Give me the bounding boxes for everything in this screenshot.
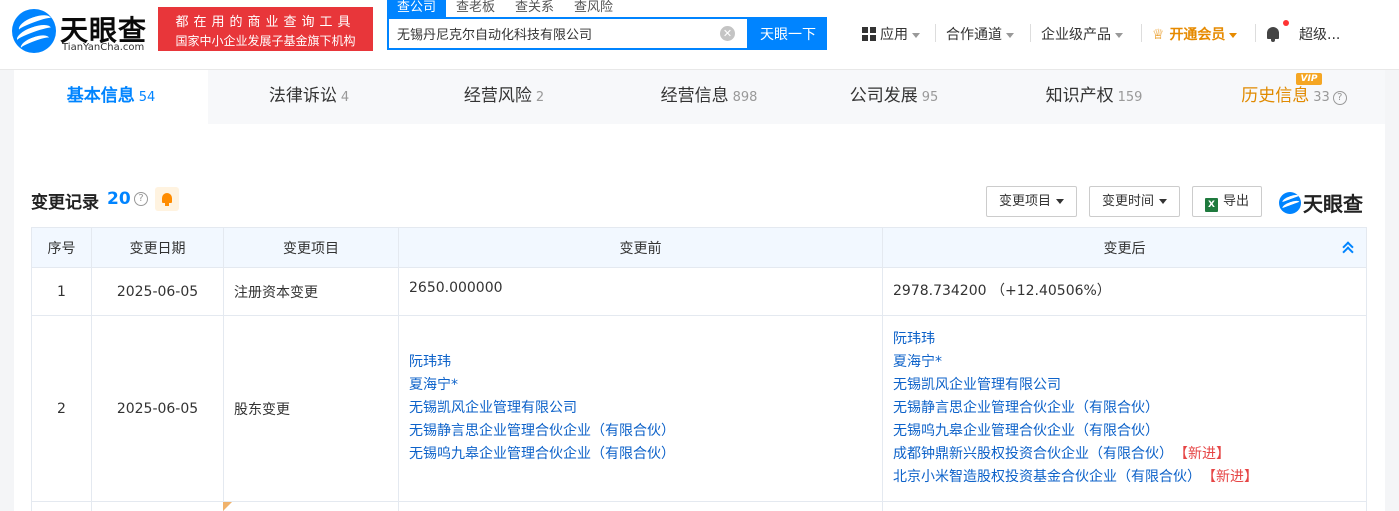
col-header-date: 变更日期: [91, 227, 224, 268]
help-icon[interactable]: ?: [134, 192, 148, 206]
col-header-item: 变更项目: [223, 227, 399, 268]
chevron-down-icon: [1056, 199, 1065, 204]
tab-legal[interactable]: 法律诉讼 4: [224, 70, 394, 124]
chevron-down-icon: [1006, 32, 1014, 38]
shareholder-link[interactable]: 阮玮玮: [409, 351, 872, 374]
shareholder-link[interactable]: 无锡凯风企业管理有限公司: [409, 397, 872, 420]
notification-bell-icon[interactable]: [1266, 20, 1289, 42]
cell-before: 阮玮玮 夏海宁* 无锡凯风企业管理有限公司 无锡静言思企业管理合伙企业（有限合伙…: [398, 315, 883, 502]
nav-divider: [1030, 24, 1031, 42]
table-header-row: 序号 变更日期 变更项目 变更前 变更后: [31, 227, 1367, 268]
shareholder-link[interactable]: 阮玮玮: [893, 328, 1356, 351]
logo-emblem-icon: [1279, 191, 1301, 214]
shareholder-link[interactable]: 无锡静言思企业管理合伙企业（有限合伙）: [409, 420, 872, 443]
col-header-after: 变更后: [882, 227, 1367, 268]
nav-divider: [935, 24, 936, 42]
cell-date: 2025-06-05: [91, 315, 224, 502]
cell-date: 2025-06-05: [91, 267, 224, 316]
promo-banner[interactable]: 都在用的商业查询工具 国家中小企业发展子基金旗下机构: [158, 7, 373, 51]
shareholder-link[interactable]: 成都钟鼎新兴股权投资合伙企业（有限合伙）: [893, 446, 1173, 462]
logo-emblem-icon: [12, 9, 56, 53]
nav-enterprise-label: 企业级产品: [1041, 27, 1111, 43]
nav-user[interactable]: 超级...: [1299, 24, 1340, 44]
col-header-before: 变更前: [398, 227, 883, 268]
tianyancha-logo[interactable]: 天眼查 TianYanCha.com: [12, 6, 152, 58]
nav-divider: [1141, 24, 1142, 42]
filter-change-item[interactable]: 变更项目: [986, 186, 1078, 217]
top-header: 天眼查 TianYanCha.com 都在用的商业查询工具 国家中小企业发展子基…: [0, 0, 1399, 70]
cell-index: 1: [31, 267, 92, 316]
section-count: 20: [107, 189, 131, 209]
search-tab-risk[interactable]: 查风险: [564, 0, 623, 17]
promo-line-2: 国家中小企业发展子基金旗下机构: [175, 34, 356, 48]
shareholder-link[interactable]: 夏海宁*: [893, 351, 1356, 374]
cell-after: 2978.734200 （+12.40506%）: [882, 267, 1367, 316]
shareholder-link[interactable]: 无锡呜九皋企业管理合伙企业（有限合伙）: [893, 420, 1356, 443]
vip-badge: VIP: [1296, 73, 1322, 85]
cell-before: 2650.000000: [398, 267, 883, 316]
cell-item: 注册资本变更: [223, 267, 399, 316]
chevron-down-icon: [1229, 32, 1238, 38]
nav-apps-label: 应用: [880, 27, 908, 43]
tab-company-development[interactable]: 公司发展 95: [804, 70, 984, 124]
tab-basic-info[interactable]: 基本信息 54: [14, 70, 208, 124]
chevron-down-icon: [1115, 32, 1123, 38]
help-icon[interactable]: ?: [1332, 91, 1347, 105]
search-tab-company[interactable]: 查公司: [387, 0, 447, 17]
logo-domain: TianYanCha.com: [62, 42, 145, 53]
export-button[interactable]: X 导出: [1192, 186, 1263, 217]
change-records-table: 序号 变更日期 变更项目 变更前 变更后 1 2025-06-05 注册资本变更…: [31, 227, 1367, 511]
nav-vip[interactable]: ♕ 开通会员: [1152, 24, 1238, 44]
col-header-index: 序号: [31, 227, 92, 268]
change-records-panel: 变更记录 20 ? 变更项目 变更时间 X 导出 天眼查 序号 变更日期 变更项目…: [14, 124, 1385, 511]
nav-divider: [1255, 24, 1256, 42]
search-input[interactable]: [389, 19, 709, 48]
cell-item: 股东变更: [223, 315, 399, 502]
grid-icon: [862, 27, 876, 41]
chevron-down-icon: [1159, 199, 1168, 204]
cell-index: 2: [31, 315, 92, 502]
nav-channel-label: 合作通道: [946, 27, 1002, 43]
shareholder-link[interactable]: 北京小米智造股权投资基金合伙企业（有限合伙）: [893, 469, 1201, 485]
search-box: ✕: [387, 17, 749, 50]
new-tag: 【新进】: [1181, 446, 1230, 462]
detail-tab-bar: 基本信息 54 法律诉讼 4 经营风险 2 经营信息 898 公司发展 95 知识产权 15…: [14, 70, 1385, 124]
notification-dot: [1283, 20, 1289, 26]
cell-after: 阮玮玮 夏海宁* 无锡凯风企业管理有限公司 无锡静言思企业管理合伙企业（有限合伙…: [882, 315, 1367, 502]
table-row: 2 2025-06-05 股东变更 阮玮玮 夏海宁* 无锡凯风企业管理有限公司 …: [31, 315, 1367, 502]
tab-intellectual-property[interactable]: 知识产权 159: [994, 70, 1194, 124]
promo-line-1: 都在用的商业查询工具: [175, 15, 356, 30]
search-button[interactable]: 天眼一下: [749, 17, 827, 50]
shareholder-link[interactable]: 无锡静言思企业管理合伙企业（有限合伙）: [893, 397, 1356, 420]
watermark-logo: 天眼查: [1279, 188, 1363, 216]
section-title: 变更记录: [31, 193, 99, 213]
new-tag: 【新进】: [1209, 469, 1258, 485]
search-tab-relation[interactable]: 查关系: [505, 0, 564, 17]
shareholder-link[interactable]: 无锡凯风企业管理有限公司: [893, 374, 1356, 397]
nav-apps[interactable]: 应用: [862, 24, 920, 44]
crown-icon: ♕: [1152, 27, 1165, 43]
tab-business-risk[interactable]: 经营风险 2: [414, 70, 594, 124]
excel-icon: X: [1205, 198, 1218, 212]
clear-icon[interactable]: ✕: [720, 26, 735, 41]
tab-business-info[interactable]: 经营信息 898: [609, 70, 809, 124]
nav-vip-label: 开通会员: [1169, 27, 1226, 43]
search-tab-boss[interactable]: 查老板: [446, 0, 505, 17]
search-type-tabs: 查公司 查老板 查关系 查风险: [387, 0, 623, 17]
collapse-icon[interactable]: [1342, 240, 1356, 258]
shareholder-link[interactable]: 无锡呜九皋企业管理合伙企业（有限合伙）: [409, 443, 872, 466]
tab-history-info[interactable]: 历史信息 33?: [1204, 70, 1384, 124]
shareholder-link[interactable]: 夏海宁*: [409, 374, 872, 397]
filter-change-time[interactable]: 变更时间: [1089, 186, 1181, 217]
table-row: 1 2025-06-05 注册资本变更 2650.000000 2978.734…: [31, 267, 1367, 316]
chevron-down-icon: [912, 32, 920, 38]
monitor-bell-icon[interactable]: [155, 187, 179, 211]
nav-enterprise[interactable]: 企业级产品: [1041, 24, 1123, 44]
corner-marker: [223, 502, 232, 511]
nav-channel[interactable]: 合作通道: [946, 24, 1014, 44]
